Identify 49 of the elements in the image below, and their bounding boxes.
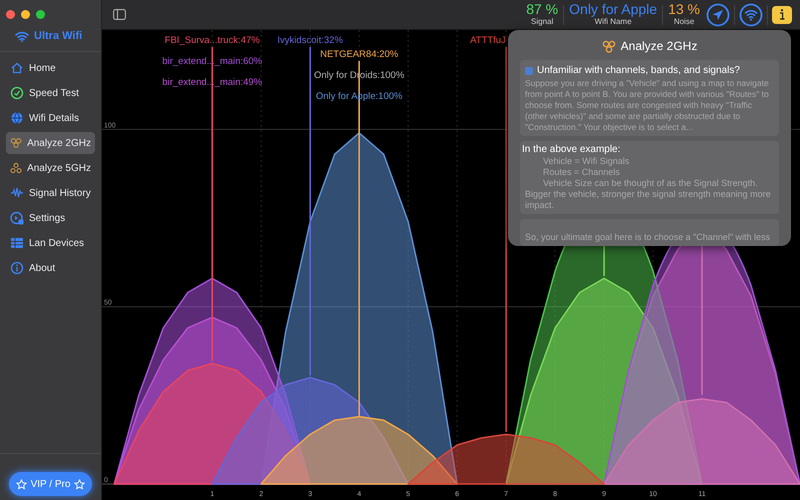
close-window-icon[interactable] xyxy=(6,10,15,19)
globe-icon xyxy=(10,111,24,125)
info-square-icon xyxy=(525,66,533,74)
circles-icon xyxy=(10,161,22,175)
info-button[interactable] xyxy=(772,6,792,24)
sidebar-item[interactable]: Wifi Details xyxy=(6,107,95,129)
card-text: Suppose you are driving a "Vehicle" and using a map to navigate from point A to point B. You are provided with various "Routes" to choose from. Some routes are congested with heavy "Traffic (other vehicles)" and some are partially obstructed due to "Construction." Your objective is to select a... xyxy=(525,78,770,133)
stat-value: 13 % xyxy=(668,2,700,17)
card-heading: Unfamiliar with channels, bands, and signals? xyxy=(537,64,740,78)
sidebar-item[interactable]: Analyze 5GHz xyxy=(6,157,95,179)
card-heading: In the above example: xyxy=(522,144,622,156)
minimize-window-icon[interactable] xyxy=(21,10,30,19)
vip-button[interactable]: VIP / Pro xyxy=(8,472,92,496)
network-label: Ivykidscoit:32% xyxy=(277,35,343,46)
app-name: Ultra Wifi xyxy=(34,29,82,44)
star-icon xyxy=(74,478,86,490)
sidebar-item[interactable]: About xyxy=(6,257,95,279)
stat-label: Wifi Name xyxy=(594,17,632,27)
sidebar-item[interactable]: Signal History xyxy=(6,182,95,204)
popover-title: Analyze 2GHz xyxy=(620,38,698,55)
network-label: NETGEAR84:20% xyxy=(320,49,398,60)
network-label: ATTTfuJ xyxy=(470,35,506,46)
sidebar-toggle-icon[interactable] xyxy=(113,9,126,20)
zoom-window-icon[interactable] xyxy=(36,10,45,19)
sidebar-item[interactable]: Speed Test xyxy=(6,82,95,104)
gauge-icon xyxy=(10,86,24,100)
waveform-icon xyxy=(10,186,24,200)
stat-label: Signal xyxy=(531,17,554,27)
stat-label: Noise xyxy=(674,17,694,27)
example-line: Vehicle = Wifi Signals xyxy=(542,156,630,167)
sidebar-item[interactable]: Lan Devices xyxy=(6,232,95,254)
home-icon xyxy=(10,61,24,75)
sidebar-item[interactable]: Settings xyxy=(6,207,95,229)
info-icon xyxy=(779,9,785,20)
network-label: FBI_Surva...truck:47% xyxy=(164,35,260,46)
example-line: Vehicle Size can be thought of as the Signal Strength. Bigger the vehicle, stronger the signal strength meaning more impact. xyxy=(525,178,772,211)
sidebar-item[interactable]: Home xyxy=(6,57,95,79)
stat-value: Only for Apple xyxy=(569,2,658,17)
wifi-icon xyxy=(15,31,29,42)
play-circle-icon xyxy=(10,211,24,225)
star-icon xyxy=(16,478,27,490)
circles-icon xyxy=(10,136,22,150)
card-text: So, your ultimate goal here is to choose a "Channel" with less xyxy=(525,232,772,243)
info-icon xyxy=(10,261,24,275)
example-line: Routes = Channels xyxy=(542,167,621,178)
stat-value: 87 % xyxy=(526,2,558,17)
table-icon xyxy=(10,236,24,250)
wifi-circle-icon[interactable] xyxy=(739,2,763,26)
sidebar-item[interactable]: Analyze 2GHz xyxy=(6,132,95,154)
